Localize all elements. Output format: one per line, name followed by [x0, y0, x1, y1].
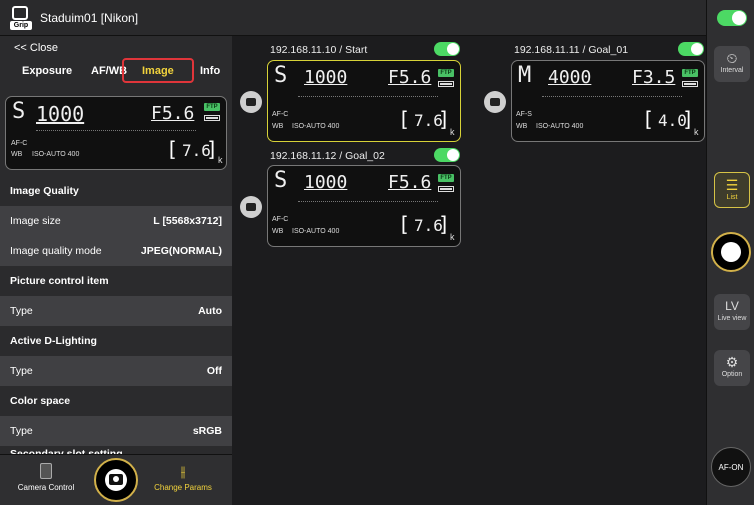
- camera-lcd-goal-02[interactable]: S 1000 F5.6 FTP AF-C WB ISO-AUTO 400 [ 7…: [267, 165, 461, 247]
- camera-label-goal-02: 192.168.11.12 / Goal_02: [270, 150, 385, 162]
- camera-lcd-start[interactable]: S 1000 F5.6 FTP AF-C WB ISO-AUTO 400 [ 7…: [267, 60, 461, 142]
- gear-icon: ⚙: [725, 354, 739, 370]
- section-active-d-lighting: Active D-Lighting: [0, 326, 232, 356]
- tab-exposure[interactable]: Exposure: [22, 65, 72, 77]
- setting-color-space-type[interactable]: Type sRGB: [0, 416, 232, 446]
- camera-label-goal-01: 192.168.11.11 / Goal_01: [514, 44, 629, 56]
- camera-icon[interactable]: [240, 196, 262, 218]
- phone-icon: [40, 463, 52, 479]
- camera-toggle-goal-01[interactable]: [678, 42, 704, 56]
- interval-button[interactable]: ⏲ Interval: [714, 46, 750, 82]
- settings-list: Image Quality Image size L [5568x3712] Im…: [0, 176, 232, 462]
- section-color-space: Color space: [0, 386, 232, 416]
- tab-highlight-box: [122, 58, 194, 83]
- section-picture-control: Picture control item: [0, 266, 232, 296]
- setting-active-d-lighting-type[interactable]: Type Off: [0, 356, 232, 386]
- setting-image-size[interactable]: Image size L [5568x3712]: [0, 206, 232, 236]
- camera-lcd-goal-01[interactable]: M 4000 F3.5 FTP AF-S WB ISO-AUTO 400 [ 4…: [511, 60, 705, 142]
- right-toolbar: ⏲ Interval ☰ List LV Live view ⚙ Option AF-O…: [706, 0, 754, 505]
- lcd-mode: S: [12, 99, 26, 124]
- battery-icon: [204, 115, 220, 121]
- close-button[interactable]: << Close: [0, 36, 232, 60]
- shutter-button[interactable]: [94, 458, 138, 502]
- sliders-icon: ⫲: [180, 463, 186, 479]
- setting-image-quality-mode[interactable]: Image quality mode JPEG(NORMAL): [0, 236, 232, 266]
- ftp-badge: FTP: [204, 103, 220, 111]
- camera-icon[interactable]: [484, 91, 506, 113]
- section-image-quality: Image Quality: [0, 176, 232, 206]
- camera-lcd: S 1000 F5.6 FTP AF-C WB ISO-AUTO 400 [ 7…: [5, 96, 227, 170]
- list-icon: ☰: [725, 177, 739, 193]
- tab-info[interactable]: Info: [200, 65, 220, 77]
- option-button[interactable]: ⚙ Option: [714, 350, 750, 386]
- camera-toggle-goal-02[interactable]: [434, 148, 460, 162]
- left-panel: << Close Exposure AF/WB Image Info S 100…: [0, 36, 232, 505]
- lcd-af: AF-C: [11, 140, 28, 147]
- exposure-scale: [36, 125, 196, 131]
- shutter-button-right[interactable]: [711, 232, 751, 272]
- bottom-toolbar: Camera Control ⫲ Change Params: [0, 454, 232, 505]
- lcd-shutter: 1000: [36, 102, 85, 126]
- master-toggle[interactable]: [717, 10, 747, 26]
- change-params-button[interactable]: ⫲ Change Params: [148, 463, 218, 492]
- list-button[interactable]: ☰ List: [714, 172, 750, 208]
- af-on-button[interactable]: AF-ON: [711, 447, 751, 487]
- camera-label-start: 192.168.11.10 / Start: [270, 44, 368, 56]
- setting-picture-control-type[interactable]: Type Auto: [0, 296, 232, 326]
- live-view-button[interactable]: LV Live view: [714, 294, 750, 330]
- top-bar: Grip Staduim01 [Nikon]: [0, 0, 706, 36]
- camera-control-button[interactable]: Camera Control: [16, 463, 76, 492]
- tab-bar: Exposure AF/WB Image Info: [0, 58, 232, 84]
- app-root: Grip Staduim01 [Nikon] << Close Exposure…: [0, 0, 754, 505]
- grip-logo-icon: Grip: [10, 5, 32, 30]
- lcd-iso: ISO-AUTO 400: [32, 151, 80, 158]
- timer-icon: ⏲: [726, 50, 738, 66]
- app-title: Staduim01 [Nikon]: [40, 10, 139, 25]
- camera-toggle-start[interactable]: [434, 42, 460, 56]
- lcd-wb: WB: [11, 151, 23, 158]
- camera-icon[interactable]: [240, 91, 262, 113]
- lcd-aperture: F5.6: [151, 103, 195, 124]
